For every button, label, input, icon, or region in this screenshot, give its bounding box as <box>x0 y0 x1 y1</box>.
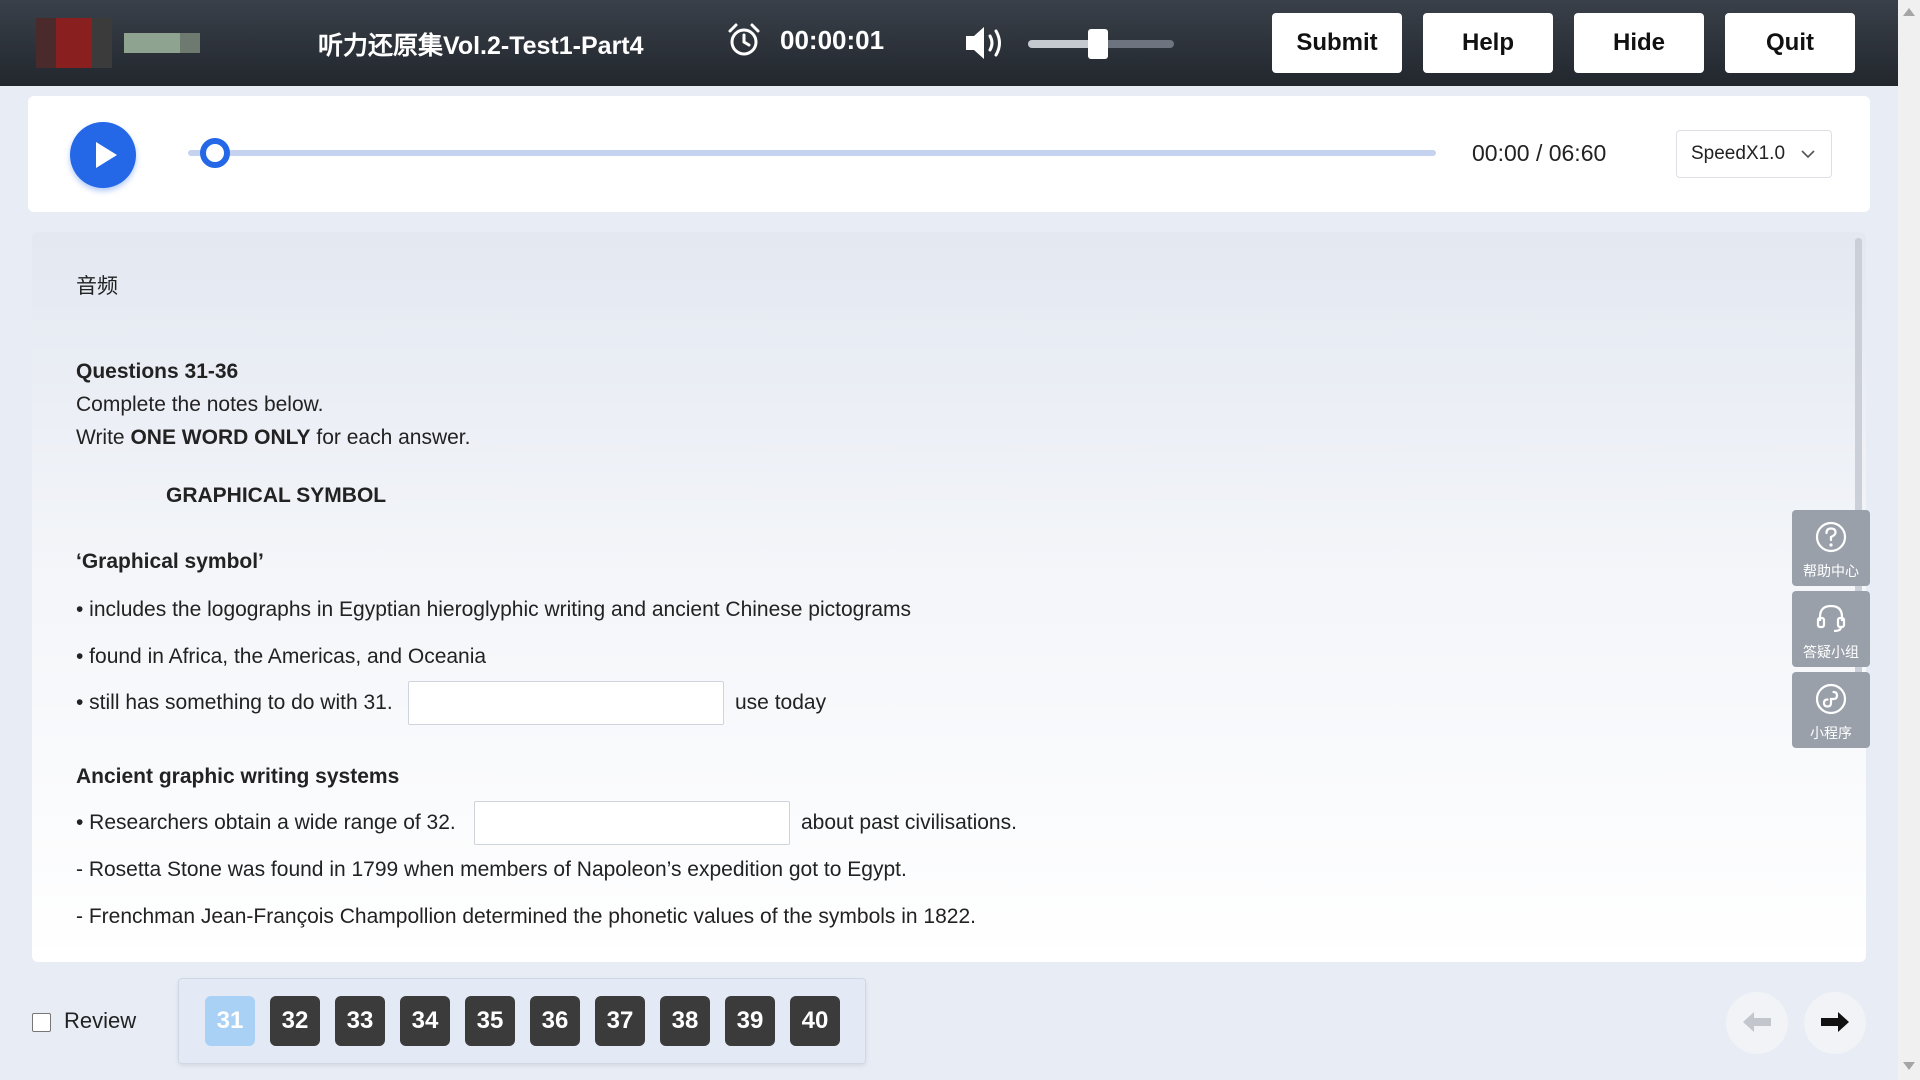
bullet-found-in: • found in Africa, the Americas, and Oce… <box>76 645 487 668</box>
speed-value: SpeedX1.0 <box>1691 143 1786 164</box>
questions-range: Questions 31-36 <box>76 360 239 383</box>
chevron-down-icon <box>1801 150 1815 159</box>
test-title: 听力还原集Vol.2-Test1-Part4 <box>318 32 644 60</box>
audio-progress-bar[interactable] <box>188 150 1436 156</box>
help-button[interactable]: Help <box>1423 13 1553 73</box>
question-button-32[interactable]: 32 <box>270 996 320 1046</box>
bullet-q32-suffix: about past civilisations. <box>801 811 1017 834</box>
alarm-clock-icon <box>728 23 760 56</box>
question-button-37[interactable]: 37 <box>595 996 645 1046</box>
heading-graphical-symbol: ‘Graphical symbol’ <box>76 550 264 573</box>
arrow-right-icon <box>1821 1011 1849 1032</box>
logo <box>36 18 204 68</box>
next-button[interactable] <box>1804 992 1866 1054</box>
qa-group-widget[interactable]: 答疑小组 <box>1792 591 1870 667</box>
scroll-down-icon[interactable] <box>1903 1062 1915 1070</box>
heading-ancient-writing: Ancient graphic writing systems <box>76 765 400 788</box>
section-label: 音频 <box>76 275 118 298</box>
audio-player: 00:00 / 06:60 SpeedX1.0 <box>28 96 1870 212</box>
previous-button[interactable] <box>1726 992 1788 1054</box>
instruction-word-limit: Write ONE WORD ONLY for each answer. <box>76 426 471 449</box>
qa-group-label: 答疑小组 <box>1803 644 1859 660</box>
top-bar: 听力还原集Vol.2-Test1-Part4 00:00:01 Submit H… <box>0 0 1898 86</box>
headset-icon <box>1816 604 1846 633</box>
answer-input-32[interactable] <box>474 801 790 845</box>
answer-input-31[interactable] <box>408 681 724 725</box>
notes-title: GRAPHICAL SYMBOL <box>166 484 387 507</box>
hide-button[interactable]: Hide <box>1574 13 1704 73</box>
help-center-widget[interactable]: 帮助中心 <box>1792 510 1870 586</box>
question-circle-icon <box>1815 521 1847 553</box>
timer: 00:00:01 <box>726 22 884 58</box>
arrow-left-icon <box>1743 1011 1771 1032</box>
question-button-35[interactable]: 35 <box>465 996 515 1046</box>
question-button-33[interactable]: 33 <box>335 996 385 1046</box>
question-button-38[interactable]: 38 <box>660 996 710 1046</box>
question-button-34[interactable]: 34 <box>400 996 450 1046</box>
quit-button[interactable]: Quit <box>1725 13 1855 73</box>
page-scrollbar[interactable] <box>1898 0 1920 1080</box>
review-checkbox[interactable] <box>32 1013 51 1032</box>
bullet-logographs: • includes the logographs in Egyptian hi… <box>76 598 912 621</box>
volume-thumb[interactable] <box>1088 29 1109 59</box>
bullet-q31-suffix: use today <box>735 691 827 714</box>
mini-program-label: 小程序 <box>1810 725 1852 741</box>
question-button-36[interactable]: 36 <box>530 996 580 1046</box>
question-button-31[interactable]: 31 <box>205 996 255 1046</box>
help-center-label: 帮助中心 <box>1803 563 1859 579</box>
timer-value: 00:00:01 <box>780 24 885 55</box>
speed-select[interactable]: SpeedX1.0 <box>1676 130 1832 178</box>
scroll-up-icon[interactable] <box>1903 8 1915 16</box>
dash-champollion: - Frenchman Jean-François Champollion de… <box>76 905 976 928</box>
time-readout: 00:00 / 06:60 <box>1472 140 1607 166</box>
play-button[interactable] <box>70 122 136 188</box>
speaker-icon[interactable] <box>962 22 1008 64</box>
instruction-complete: Complete the notes below. <box>76 393 324 416</box>
mini-program-icon <box>1815 683 1847 715</box>
submit-button[interactable]: Submit <box>1272 13 1402 73</box>
question-content: 音频 Questions 31-36 Complete the notes be… <box>32 232 1866 962</box>
mini-program-widget[interactable]: 小程序 <box>1792 672 1870 748</box>
bullet-q31-prefix: • still has something to do with 31. <box>76 691 393 714</box>
play-icon <box>96 142 117 168</box>
review-label: Review <box>64 1008 137 1033</box>
bullet-q32-prefix: • Researchers obtain a wide range of 32. <box>76 811 456 834</box>
question-button-39[interactable]: 39 <box>725 996 775 1046</box>
dash-rosetta-stone: - Rosetta Stone was found in 1799 when m… <box>76 858 907 881</box>
question-button-40[interactable]: 40 <box>790 996 840 1046</box>
question-navigator: 31 32 33 34 35 36 37 38 39 40 <box>178 978 866 1064</box>
audio-progress-knob[interactable] <box>200 138 230 168</box>
